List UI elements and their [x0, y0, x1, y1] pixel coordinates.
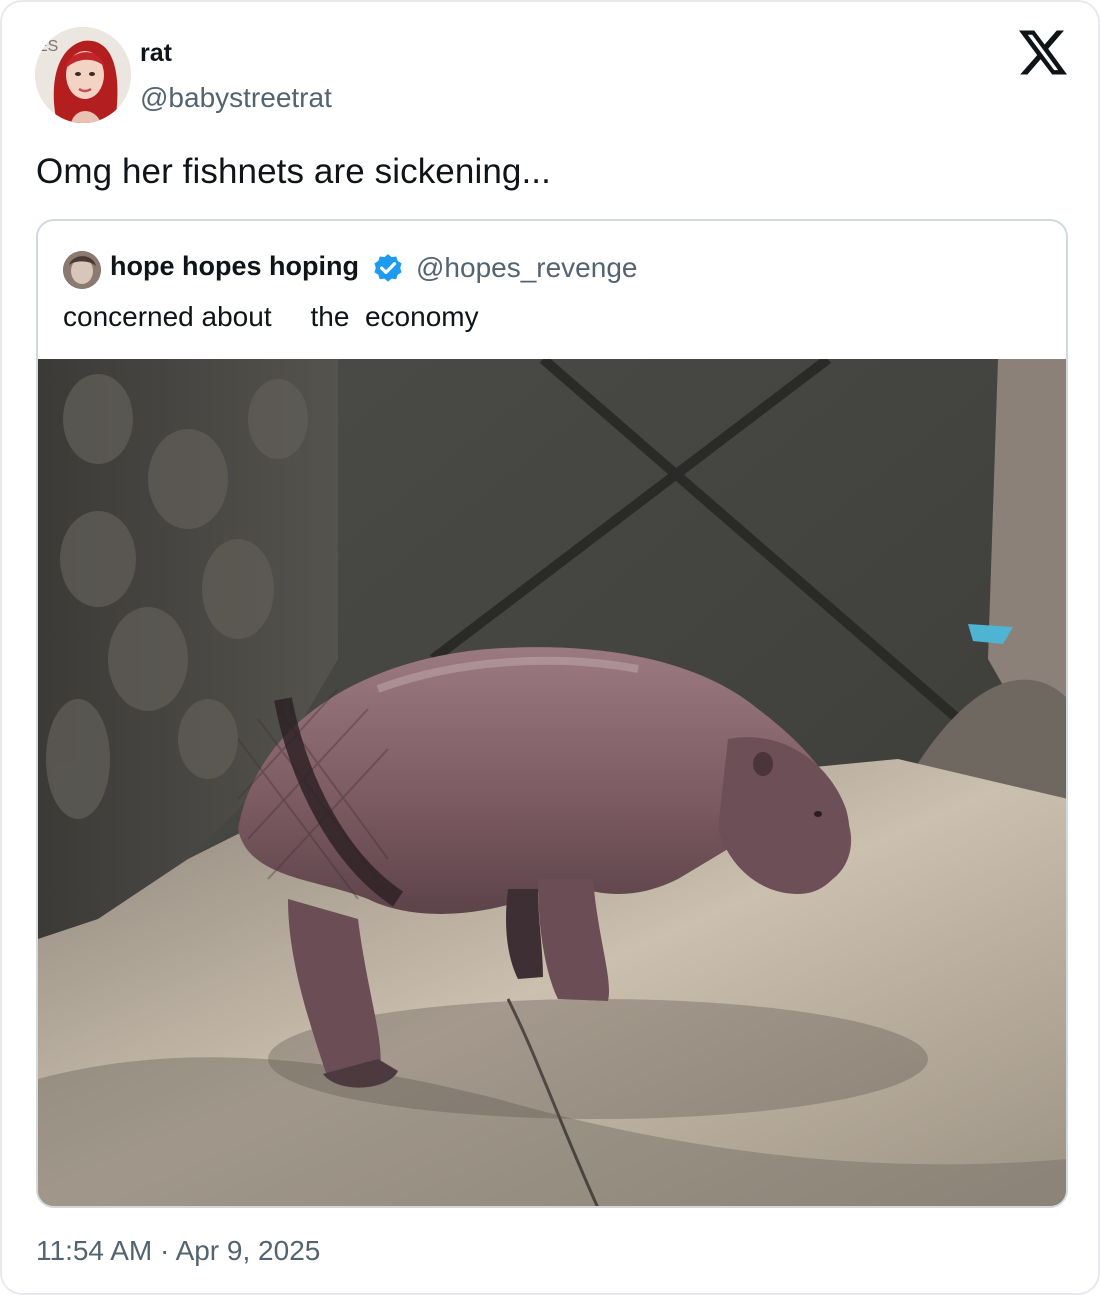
x-logo-icon[interactable] — [1019, 30, 1067, 75]
pygmy-hippo-photo-icon[interactable] — [38, 359, 1068, 1208]
svg-text:ES: ES — [37, 38, 58, 55]
tweet-text: Omg her fishnets are sickening... — [36, 152, 551, 191]
tweet-card: ES rat @babystreetrat Omg her fishnets a… — [0, 0, 1100, 1295]
quoted-author-handle[interactable]: @hopes_revenge — [416, 252, 637, 284]
quoted-author-avatar[interactable] — [63, 251, 101, 289]
quoted-author-name[interactable]: hope hopes hoping — [110, 251, 359, 282]
author-avatar[interactable]: ES — [35, 27, 131, 123]
author-name[interactable]: rat — [140, 39, 172, 68]
verified-badge-icon — [374, 254, 402, 282]
author-handle[interactable]: @babystreetrat — [140, 82, 332, 114]
tweet-timestamp[interactable]: 11:54 AM · Apr 9, 2025 — [36, 1235, 320, 1267]
quoted-tweet[interactable]: hope hopes hoping @hopes_revenge concern… — [36, 219, 1068, 1208]
quoted-tweet-text: concerned about the economy — [63, 301, 479, 332]
